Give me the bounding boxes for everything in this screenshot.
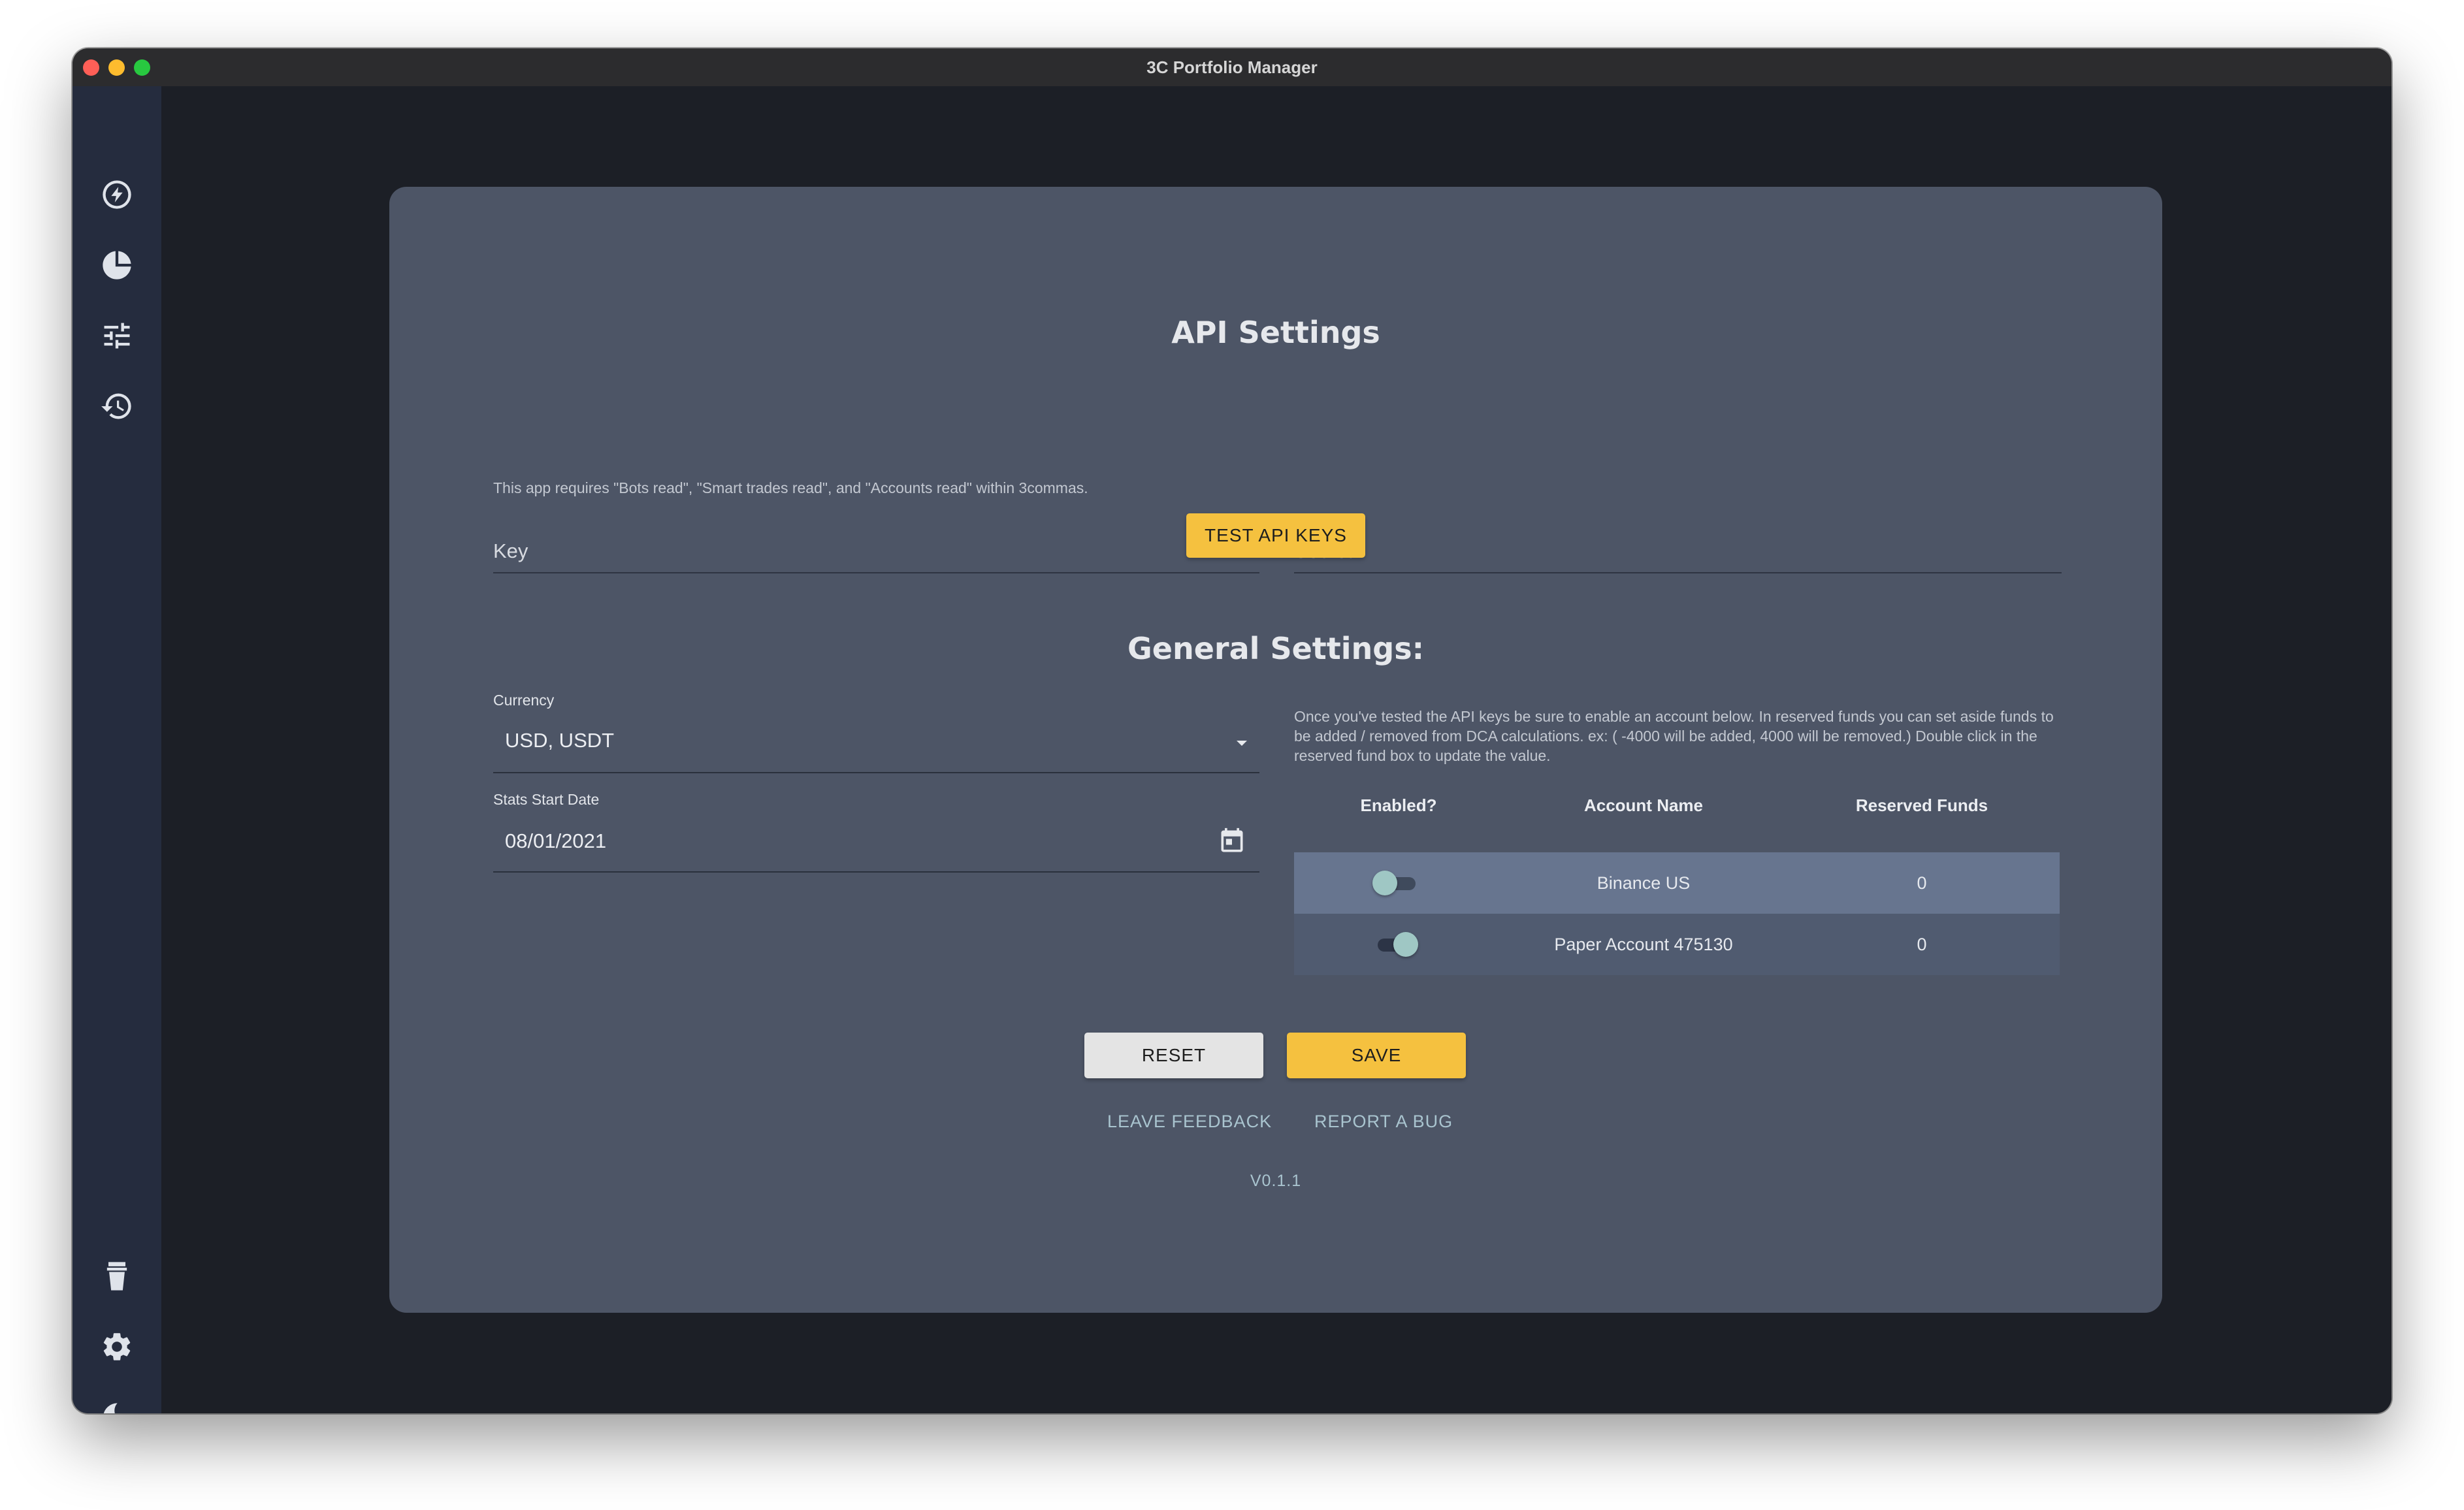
currency-value: USD, USDT [505,729,615,752]
coffee-cup-icon[interactable] [97,1257,137,1296]
test-api-keys-button[interactable]: TEST API KEYS [1186,513,1365,558]
accounts-note: Once you've tested the API keys be sure … [1294,708,2054,764]
moon-icon[interactable] [97,1398,137,1413]
chevron-down-icon [1237,741,1247,746]
window-title: 3C Portfolio Manager [1146,57,1318,77]
enabled-toggle[interactable] [1372,867,1425,899]
api-settings-title: API Settings [1171,315,1380,350]
enabled-toggle[interactable] [1372,929,1425,960]
app-version: V0.1.1 [1250,1172,1302,1190]
header-enabled: Enabled? [1360,795,1437,815]
title-bar: 3C Portfolio Manager [73,48,2391,88]
stats-start-date-label: Stats Start Date [493,791,600,808]
api-permissions-note: This app requires "Bots read", "Smart tr… [493,479,1088,496]
account-name-cell: Binance US [1597,873,1691,893]
reserved-funds-cell[interactable]: 0 [1784,852,2060,914]
currency-select[interactable]: USD, USDT [493,715,1259,773]
table-row[interactable]: Paper Account 475130 0 [1294,914,2060,975]
api-key-placeholder: Key [493,539,528,562]
history-icon[interactable] [97,387,137,426]
table-row[interactable]: Binance US 0 [1294,852,2060,914]
api-key-field[interactable]: Key [493,529,1259,573]
sidebar [73,86,161,1413]
stats-start-date-field[interactable]: 08/01/2021 [493,814,1259,873]
general-settings-title: General Settings: [1127,631,1424,666]
main-area: API Settings This app requires "Bots rea… [161,86,2391,1413]
sliders-icon[interactable] [97,316,137,355]
accounts-table: Enabled? Account Name Reserved Funds Bin… [1294,788,2060,977]
pie-chart-icon[interactable] [97,246,137,285]
report-bug-link[interactable]: REPORT A BUG [1314,1112,1453,1132]
header-account-name: Account Name [1583,795,1704,815]
save-button[interactable]: SAVE [1287,1033,1466,1078]
bolt-icon[interactable] [97,175,137,214]
reserved-funds-cell[interactable]: 0 [1784,914,2060,975]
app-window: 3C Portfolio Manager API Settings This a… [73,48,2391,1413]
reset-button[interactable]: RESET [1084,1033,1263,1078]
header-reserved-funds: Reserved Funds [1855,795,1988,815]
account-name-cell: Paper Account 475130 [1554,935,1733,954]
gear-icon[interactable] [97,1327,137,1366]
api-secret-field[interactable]: Secret [1294,529,2062,573]
currency-label: Currency [493,692,555,709]
calendar-icon[interactable] [1218,827,1246,856]
stats-start-date-value: 08/01/2021 [505,829,607,852]
settings-panel: API Settings This app requires "Bots rea… [389,187,2162,1313]
leave-feedback-link[interactable]: LEAVE FEEDBACK [1107,1112,1272,1132]
